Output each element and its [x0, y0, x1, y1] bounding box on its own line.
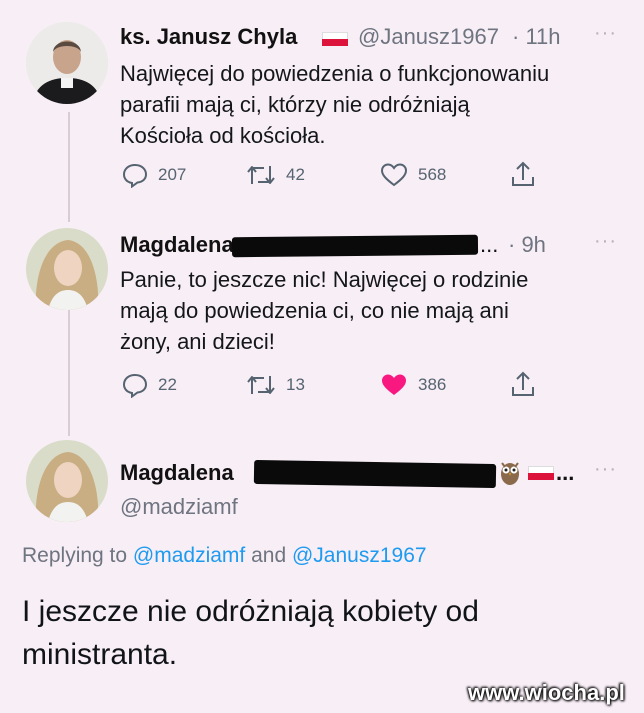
mention-link[interactable]: @Janusz1967	[292, 544, 427, 567]
redaction-bar	[253, 459, 497, 489]
tweet-text-line: żony, ani dzieci!	[120, 329, 275, 354]
like-icon	[380, 163, 408, 187]
reply-icon	[122, 163, 148, 188]
retweet-button[interactable]: 42	[246, 162, 305, 188]
avatar-woman-image	[26, 228, 108, 310]
tweet-text-line: ministranta.	[22, 638, 178, 671]
watermark: www.wiocha.pl	[468, 680, 625, 705]
like-count: 568	[418, 165, 447, 184]
retweet-icon	[247, 166, 275, 184]
tweet-text-line: Panie, to jeszcze nic! Najwięcej o rodzi…	[120, 267, 529, 292]
reply-button[interactable]: 207	[122, 162, 186, 188]
share-button[interactable]	[510, 370, 536, 398]
avatar[interactable]	[26, 228, 108, 310]
tweet-text: Najwięcej do powiedzenia o funkcjonowani…	[120, 58, 620, 151]
tweet-text-line: I jeszcze nie odróżniają kobiety od	[22, 595, 479, 628]
reply-button[interactable]: 22	[122, 372, 177, 398]
avatar[interactable]	[26, 22, 108, 104]
avatar-priest-image	[26, 22, 108, 104]
tweet-text-line: mają do powiedzenia ci, co nie mają ani	[120, 298, 509, 323]
redaction-bar	[231, 234, 479, 258]
retweet-button[interactable]: 13	[246, 372, 305, 398]
reply-icon	[122, 373, 148, 398]
replying-to: Replying to @madziamf and @Janusz1967	[22, 544, 427, 568]
tweet-text: Panie, to jeszcze nic! Najwięcej o rodzi…	[120, 264, 620, 357]
replying-and: and	[251, 544, 287, 567]
reply-count: 207	[158, 165, 187, 184]
like-button[interactable]: 568	[380, 162, 446, 188]
reply-count: 22	[158, 375, 177, 394]
more-icon[interactable]: ···	[594, 22, 617, 45]
tweet-text: I jeszcze nie odróżniają kobiety od mini…	[22, 590, 622, 676]
share-button[interactable]	[510, 160, 536, 188]
thread-line	[68, 112, 70, 222]
like-icon	[382, 374, 406, 395]
avatar-woman-image	[26, 440, 108, 522]
more-icon[interactable]: ···	[594, 230, 617, 253]
share-icon	[512, 161, 534, 186]
tweet-time[interactable]: · 11h	[512, 24, 561, 50]
owl-emoji-icon	[501, 462, 519, 485]
poland-flag-icon	[322, 32, 348, 46]
retweet-count: 13	[286, 375, 305, 394]
author-handle[interactable]: @madziamf	[120, 494, 238, 520]
tweet-text-line: Kościoła od kościoła.	[120, 123, 326, 148]
share-icon	[512, 371, 534, 396]
author-handle[interactable]: @Janusz1967	[358, 24, 499, 50]
tweet-text-line: parafii mają ci, którzy nie odróżniają	[120, 92, 470, 117]
mention-link[interactable]: @madziamf	[133, 544, 245, 567]
poland-flag-icon	[528, 466, 554, 480]
author-name[interactable]: Magdalena	[120, 460, 234, 486]
avatar[interactable]	[26, 440, 108, 522]
more-icon[interactable]: ···	[594, 458, 617, 481]
author-name[interactable]: Magdalena	[120, 232, 234, 258]
like-button[interactable]: 386	[380, 372, 446, 398]
retweet-icon	[247, 376, 275, 394]
author-name-truncated: ...	[556, 460, 575, 485]
author-handle-truncated[interactable]: ...	[480, 232, 498, 258]
tweet-text-line: Najwięcej do powiedzenia o funkcjonowani…	[120, 61, 550, 86]
retweet-count: 42	[286, 165, 305, 184]
tweet-time[interactable]: · 9h	[508, 232, 546, 258]
author-name[interactable]: ks. Janusz Chyla	[120, 24, 297, 50]
replying-label: Replying to	[22, 544, 128, 567]
thread-line	[68, 298, 70, 436]
like-count: 386	[418, 375, 447, 394]
